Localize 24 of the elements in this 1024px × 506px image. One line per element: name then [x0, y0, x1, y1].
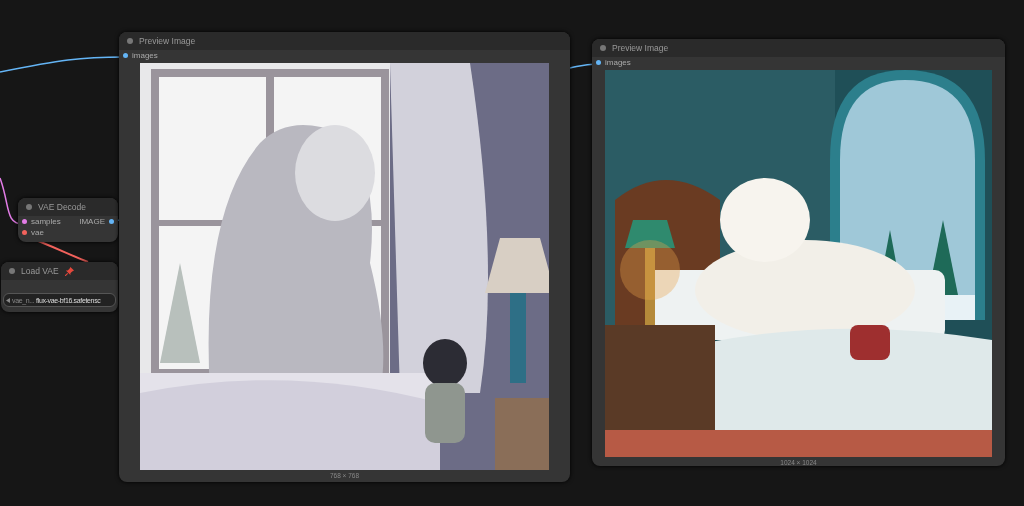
node-title: VAE Decode: [38, 202, 87, 212]
pin-icon[interactable]: [64, 266, 74, 276]
collapse-dot-icon[interactable]: [9, 268, 15, 274]
slot-label: images: [132, 51, 158, 60]
slot-label: IMAGE: [79, 217, 105, 226]
slot-label: samples: [31, 217, 61, 226]
slot-dot-icon[interactable]: [22, 230, 27, 235]
slot-dot-icon[interactable]: [123, 53, 128, 58]
node-title: Load VAE: [21, 266, 59, 276]
slot-dot-icon[interactable]: [22, 219, 27, 224]
collapse-dot-icon[interactable]: [26, 204, 32, 210]
node-header[interactable]: VAE Decode: [18, 198, 118, 216]
collapse-dot-icon[interactable]: [127, 38, 133, 44]
node-header[interactable]: Preview Image: [592, 39, 1005, 57]
slot-dot-icon[interactable]: [596, 60, 601, 65]
collapse-dot-icon[interactable]: [600, 45, 606, 51]
left-arrow-icon[interactable]: [6, 297, 10, 303]
slot-label: vae: [31, 228, 44, 237]
node-title: Preview Image: [139, 36, 196, 46]
slot-label: images: [605, 58, 631, 67]
node-header[interactable]: Load VAE: [1, 262, 118, 280]
node-header[interactable]: Preview Image: [119, 32, 570, 50]
slot-dot-icon[interactable]: [109, 219, 114, 224]
node-title: Preview Image: [612, 43, 669, 53]
